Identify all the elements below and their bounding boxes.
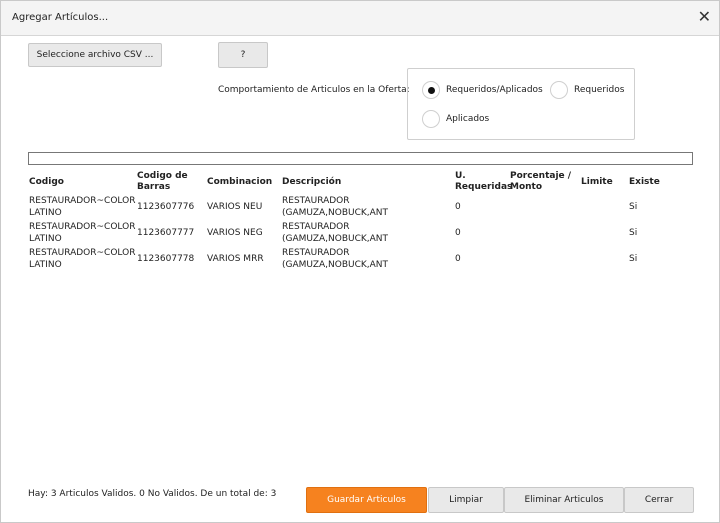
cell-descripcion: RESTAURADOR (282, 196, 350, 206)
radio-label: Requeridos (574, 85, 625, 95)
cell-codigo: LATINO (29, 260, 62, 270)
close-icon[interactable]: ✕ (698, 7, 711, 27)
cell-existe: Si (629, 228, 638, 238)
radio-dot-selected (428, 87, 435, 94)
select-csv-button[interactable]: Seleccione archivo CSV ... (28, 43, 162, 67)
cell-codigo-barras: 1123607776 (137, 202, 195, 212)
cell-combinacion: VARIOS NEU (207, 202, 263, 212)
cell-codigo-barras: 1123607777 (137, 228, 195, 238)
cell-descripcion: RESTAURADOR (282, 222, 350, 232)
radio-circle (550, 81, 568, 99)
cell-descripcion: RESTAURADOR (282, 248, 350, 258)
cell-combinacion: VARIOS MRR (207, 254, 264, 264)
save-articles-button[interactable]: Guardar Articulos (306, 487, 427, 513)
cell-u-requeridas: 0 (455, 228, 461, 238)
cell-codigo: RESTAURADOR~COLOR (29, 222, 136, 232)
cell-descripcion: (GAMUZA,NOBUCK,ANT (282, 208, 389, 218)
behavior-radio-group: Requeridos/Aplicados Requeridos Aplicado… (407, 68, 635, 140)
close-button[interactable]: Cerrar (624, 487, 694, 513)
radio-requeridos-aplicados[interactable]: Requeridos/Aplicados (422, 81, 543, 99)
col-header-codigo[interactable]: Codigo (29, 177, 64, 188)
cell-codigo: RESTAURADOR~COLOR (29, 196, 136, 206)
col-header-combinacion[interactable]: Combinacion (207, 177, 272, 188)
col-header-existe[interactable]: Existe (629, 177, 660, 188)
radio-circle (422, 81, 440, 99)
radio-requeridos[interactable]: Requeridos (550, 81, 624, 99)
col-header-codigo-barras[interactable]: Codigo de Barras (137, 171, 195, 193)
validation-summary: Hay: 3 Articulos Validos. 0 No Validos. … (28, 489, 277, 499)
cell-codigo: LATINO (29, 234, 62, 244)
cell-descripcion: (GAMUZA,NOBUCK,ANT (282, 260, 389, 270)
title-bar: Agregar Artículos... ✕ (1, 1, 719, 36)
delete-articles-button[interactable]: Eliminar Articulos (504, 487, 624, 513)
cell-codigo: RESTAURADOR~COLOR (29, 248, 136, 258)
radio-label: Aplicados (446, 114, 490, 124)
cell-codigo: LATINO (29, 208, 62, 218)
cell-existe: Si (629, 254, 638, 264)
dialog-title: Agregar Artículos... (12, 12, 109, 23)
cell-existe: Si (629, 202, 638, 212)
radio-circle (422, 110, 440, 128)
add-articles-dialog: Agregar Artículos... ✕ Seleccione archiv… (0, 0, 720, 523)
radio-label: Requeridos/Aplicados (446, 85, 543, 95)
cell-combinacion: VARIOS NEG (207, 228, 263, 238)
cell-u-requeridas: 0 (455, 202, 461, 212)
cell-codigo-barras: 1123607778 (137, 254, 195, 264)
radio-aplicados[interactable]: Aplicados (422, 110, 489, 128)
behavior-label: Comportamiento de Articulos en la Oferta… (218, 85, 410, 95)
clear-button[interactable]: Limpiar (428, 487, 504, 513)
cell-u-requeridas: 0 (455, 254, 461, 264)
col-header-limite[interactable]: Limite (581, 177, 613, 188)
col-header-descripcion[interactable]: Descripción (282, 177, 341, 188)
cell-descripcion: (GAMUZA,NOBUCK,ANT (282, 234, 389, 244)
import-progress-bar (28, 152, 693, 165)
col-header-u-requeridas[interactable]: U. Requeridas (455, 171, 512, 193)
col-header-porcentaje-monto[interactable]: Porcentaje / Monto (510, 171, 574, 193)
help-button[interactable]: ? (218, 42, 268, 68)
